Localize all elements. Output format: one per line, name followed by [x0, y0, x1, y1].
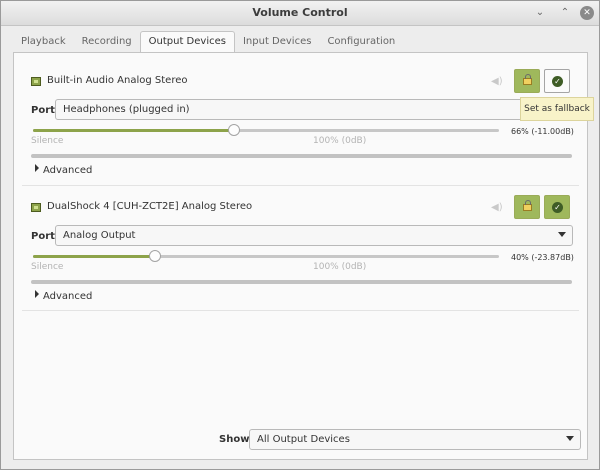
advanced-expander[interactable]: Advanced	[35, 164, 92, 176]
volume-slider-knob[interactable]	[149, 250, 161, 262]
device-separator	[22, 310, 579, 311]
scale-silence-label: Silence	[31, 262, 64, 272]
lock-icon	[523, 74, 532, 85]
volume-value: 66% (-11.00dB)	[511, 127, 574, 136]
tab-output-devices[interactable]: Output Devices	[139, 31, 235, 52]
port-select-value: Analog Output	[63, 230, 136, 241]
advanced-label: Advanced	[43, 291, 93, 302]
speaker-icon[interactable]: ◀)	[491, 77, 503, 87]
tab-playback[interactable]: Playback	[13, 32, 74, 52]
tab-configuration[interactable]: Configuration	[319, 32, 403, 52]
check-icon: ✓	[552, 202, 563, 213]
expand-arrow-icon	[35, 290, 39, 298]
lock-channels-button[interactable]	[514, 69, 540, 93]
lock-channels-button[interactable]	[514, 195, 540, 219]
close-icon[interactable]: ✕	[580, 6, 594, 20]
volume-value: 40% (-23.87dB)	[511, 253, 574, 262]
chevron-down-icon	[558, 232, 566, 237]
maximize-icon[interactable]: ⌃	[558, 6, 572, 20]
volume-control-window: Volume Control ⌄ ⌃ ✕ Playback Recording …	[0, 0, 600, 470]
sound-card-icon	[31, 77, 41, 86]
advanced-label: Advanced	[43, 165, 93, 176]
set-fallback-button[interactable]: ✓	[544, 195, 570, 219]
chevron-down-icon	[566, 436, 574, 441]
scale-100-label: 100% (0dB)	[313, 262, 367, 272]
minimize-icon[interactable]: ⌄	[533, 6, 547, 20]
volume-slider-knob[interactable]	[228, 124, 240, 136]
volume-slider[interactable]	[33, 124, 499, 136]
sound-card-icon	[31, 203, 41, 212]
output-devices-panel: Built-in Audio Analog Stereo ◀) ✓ Port: …	[13, 52, 588, 460]
port-select[interactable]: Headphones (plugged in)	[55, 99, 533, 120]
tab-input-devices[interactable]: Input Devices	[235, 32, 319, 52]
show-filter-value: All Output Devices	[257, 434, 350, 445]
scale-silence-label: Silence	[31, 136, 64, 146]
device-separator	[22, 185, 579, 186]
fallback-tooltip: Set as fallback	[520, 97, 594, 121]
window-title: Volume Control	[252, 6, 348, 19]
expand-arrow-icon	[35, 164, 39, 172]
title-bar[interactable]: Volume Control ⌄ ⌃ ✕	[1, 1, 599, 26]
device-name: DualShock 4 [CUH-ZCT2E] Analog Stereo	[47, 201, 253, 212]
volume-slider[interactable]	[33, 250, 499, 262]
volume-slider-fill	[33, 255, 155, 258]
speaker-icon[interactable]: ◀)	[491, 203, 503, 213]
advanced-expander[interactable]: Advanced	[35, 290, 92, 302]
port-select-value: Headphones (plugged in)	[63, 104, 190, 115]
peak-meter	[31, 154, 572, 158]
volume-slider-fill	[33, 129, 234, 132]
port-select[interactable]: Analog Output	[55, 225, 573, 246]
scale-100-label: 100% (0dB)	[313, 136, 367, 146]
show-filter-select[interactable]: All Output Devices	[249, 429, 581, 450]
lock-icon	[523, 200, 532, 211]
device-name: Built-in Audio Analog Stereo	[47, 75, 188, 86]
check-icon: ✓	[552, 76, 563, 87]
peak-meter	[31, 280, 572, 284]
tab-recording[interactable]: Recording	[74, 32, 140, 52]
set-fallback-button[interactable]: ✓	[544, 69, 570, 93]
tab-bar: Playback Recording Output Devices Input …	[13, 31, 403, 52]
